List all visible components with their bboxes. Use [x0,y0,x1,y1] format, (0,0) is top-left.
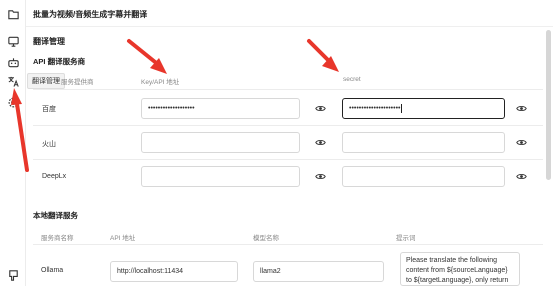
eye-icon[interactable] [315,171,326,182]
api-section-title: API 翻译服务商 [33,57,86,66]
baidu-secret-input[interactable]: ••••••••••••••••••••• [342,98,505,119]
column-header-model: 模型名称 [253,235,279,242]
provider-name-volcano: 火山 [42,141,56,148]
local-service-name: Ollama [41,267,64,274]
ollama-api-value: http://localhost:11434 [117,268,184,275]
translate-icon[interactable] [6,74,20,88]
ollama-model-value: llama2 [260,268,281,275]
eye-icon[interactable] [516,171,527,182]
column-header-api: API 地址 [110,235,136,242]
page-title: 翻译管理 [33,37,65,46]
eye-icon[interactable] [516,137,527,148]
help-icon[interactable] [6,268,20,282]
column-header-prompt: 提示词 [396,235,416,242]
eye-icon[interactable] [516,103,527,114]
eye-icon[interactable] [315,137,326,148]
baidu-secret-value: ••••••••••••••••••••• [349,105,401,112]
monitor-icon[interactable] [6,34,20,48]
eye-icon[interactable] [315,103,326,114]
local-section-title: 本地翻译服务 [33,211,78,220]
ollama-api-input[interactable]: http://localhost:11434 [110,261,238,282]
bot-icon[interactable] [6,55,20,69]
provider-name-baidu: 百度 [42,106,56,113]
provider-name-deeplx: DeepLx [42,173,67,180]
gear-icon[interactable] [6,95,20,109]
column-header-provider: 服务提供商 [61,79,94,86]
text-caret [401,104,403,113]
row-divider [33,244,543,245]
ollama-model-input[interactable]: llama2 [253,261,384,282]
row-divider [33,89,543,90]
sidebar [0,0,26,286]
column-header-service-name: 服务商名称 [41,235,74,242]
volcano-secret-input[interactable] [342,132,505,153]
deeplx-secret-input[interactable] [342,166,505,187]
scrollbar[interactable] [546,30,551,180]
main-content: 翻译管理 API 翻译服务商 服务提供商 Key/API 地址 secret 百… [33,27,543,286]
baidu-key-value: ••••••••••••••••••• [148,105,195,112]
ollama-prompt-value: Please translate the following content f… [406,257,509,284]
row-divider [33,159,543,160]
row-divider [33,125,543,126]
column-header-secret: secret [343,76,361,83]
volcano-key-input[interactable] [141,132,300,153]
deeplx-key-input[interactable] [141,166,300,187]
column-header-key: Key/API 地址 [141,79,180,86]
app-title: 批量为视频/音频生成字幕并翻译 [33,10,148,19]
baidu-key-input[interactable]: ••••••••••••••••••• [141,98,300,119]
folder-icon[interactable] [6,7,20,21]
ollama-prompt-textarea[interactable]: Please translate the following content f… [400,252,520,286]
